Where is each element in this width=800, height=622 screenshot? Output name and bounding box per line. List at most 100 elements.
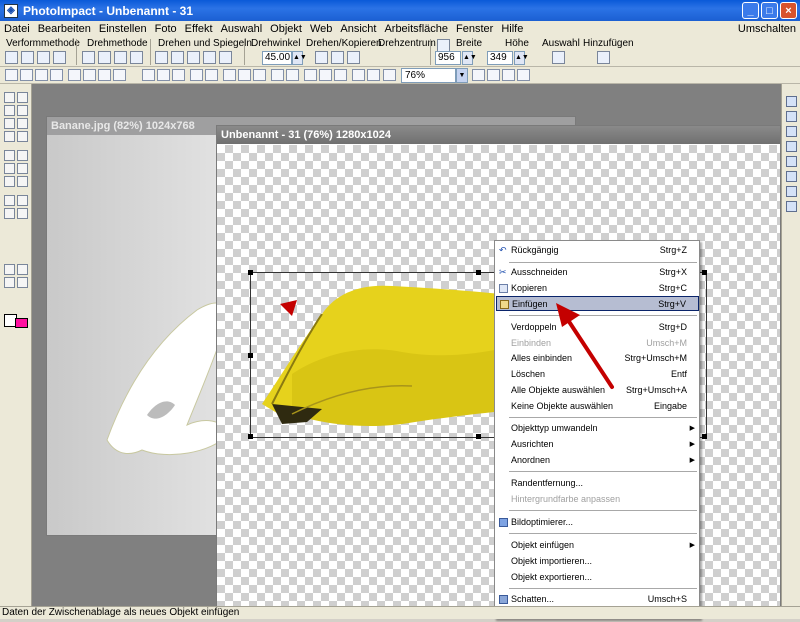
resize-handle[interactable] <box>248 270 253 275</box>
selection-icon[interactable] <box>552 51 565 64</box>
menu-foto[interactable]: Foto <box>151 23 181 35</box>
selection-tool-icon[interactable] <box>4 105 15 116</box>
rotate-mode-icon[interactable] <box>114 51 127 64</box>
tool-icon[interactable] <box>238 69 251 81</box>
lasso-tool-icon[interactable] <box>17 105 28 116</box>
add-icon[interactable] <box>597 51 610 64</box>
menu-web[interactable]: Web <box>306 23 336 35</box>
save-icon[interactable] <box>50 69 63 81</box>
frame-icon[interactable] <box>17 264 28 275</box>
panel-icon[interactable] <box>786 126 797 137</box>
menu-hilfe[interactable]: Hilfe <box>497 23 527 35</box>
menu-arbeitsflaeche[interactable]: Arbeitsfläche <box>380 23 452 35</box>
tool-icon[interactable] <box>367 69 380 81</box>
flip-icon[interactable] <box>187 51 200 64</box>
drehwinkel-input[interactable]: 45.00 <box>262 51 292 65</box>
breite-input[interactable]: 956 <box>435 51 461 65</box>
zoom-select[interactable]: 76% <box>401 68 456 83</box>
shape-tool-icon[interactable] <box>4 131 15 142</box>
panel-icon[interactable] <box>786 186 797 197</box>
menu-item-kopieren[interactable]: Kopieren Strg+C <box>496 281 699 296</box>
tool-icon[interactable] <box>334 69 347 81</box>
resize-handle[interactable] <box>248 434 253 439</box>
help-icon[interactable] <box>487 69 500 81</box>
rotate-mode-icon[interactable] <box>98 51 111 64</box>
stamp-tool-icon[interactable] <box>17 176 28 187</box>
background-color-swatch[interactable] <box>15 318 28 328</box>
rotate-copy-icon[interactable] <box>331 51 344 64</box>
brush-tool-icon[interactable] <box>17 150 28 161</box>
menu-item-randentfernung[interactable]: Randentfernung... <box>496 476 699 491</box>
menu-item-schatten[interactable]: Schatten... Umsch+S <box>496 592 699 607</box>
drehwinkel-spinner[interactable]: ▲▼ <box>292 51 307 65</box>
menu-auswahl[interactable]: Auswahl <box>217 23 267 35</box>
transform-mode-icon[interactable] <box>53 51 66 64</box>
panel-icon[interactable] <box>786 96 797 107</box>
tool-icon[interactable] <box>286 69 299 81</box>
menu-item-objekt-importieren[interactable]: Objekt importieren... <box>496 554 699 569</box>
resize-handle[interactable] <box>702 434 707 439</box>
panel-icon[interactable] <box>786 171 797 182</box>
camera-icon[interactable] <box>113 69 126 81</box>
rotate-copy-icon[interactable] <box>315 51 328 64</box>
tool-icon[interactable] <box>472 69 485 81</box>
print-icon[interactable] <box>68 69 81 81</box>
tool-icon[interactable] <box>253 69 266 81</box>
cut-icon[interactable] <box>142 69 155 81</box>
menu-einstellen[interactable]: Einstellen <box>95 23 151 35</box>
resize-handle[interactable] <box>476 434 481 439</box>
text-tool-icon[interactable] <box>17 118 28 129</box>
minimize-button[interactable]: _ <box>742 2 759 19</box>
view-icon[interactable] <box>17 277 28 288</box>
tool-icon[interactable] <box>502 69 515 81</box>
grid-icon[interactable] <box>4 264 15 275</box>
menu-objekt[interactable]: Objekt <box>266 23 306 35</box>
transform-mode-icon[interactable] <box>5 51 18 64</box>
menu-item-objekt-exportieren[interactable]: Objekt exportieren... <box>496 570 699 585</box>
flip-icon[interactable] <box>203 51 216 64</box>
resize-handle[interactable] <box>476 270 481 275</box>
panel-icon[interactable] <box>786 201 797 212</box>
rotate-copy-icon[interactable] <box>347 51 360 64</box>
crop-tool-icon[interactable] <box>4 118 15 129</box>
menu-item-objekt-einfuegen[interactable]: Objekt einfügen ▶ <box>496 538 699 553</box>
rotate-mode-icon[interactable] <box>130 51 143 64</box>
copy-icon[interactable] <box>157 69 170 81</box>
flip-icon[interactable] <box>155 51 168 64</box>
eyedropper-tool-icon[interactable] <box>17 195 28 206</box>
panel-icon[interactable] <box>786 111 797 122</box>
redo-icon[interactable] <box>205 69 218 81</box>
hoehe-spinner[interactable]: ▲▼ <box>514 51 529 65</box>
view-icon[interactable] <box>4 277 15 288</box>
rotate-mode-icon[interactable] <box>82 51 95 64</box>
menu-fenster[interactable]: Fenster <box>452 23 497 35</box>
menu-item-ausschneiden[interactable]: ✂ Ausschneiden Strg+X <box>496 265 699 280</box>
clone-tool-icon[interactable] <box>4 163 15 174</box>
tool-icon[interactable] <box>352 69 365 81</box>
panel-icon[interactable] <box>786 156 797 167</box>
menu-ansicht[interactable]: Ansicht <box>336 23 380 35</box>
chevron-down-icon[interactable]: ▼ <box>456 68 468 83</box>
menu-item-ausrichten[interactable]: Ausrichten ▶ <box>496 437 699 452</box>
restore-button[interactable]: □ <box>761 2 778 19</box>
menu-item-keine-objekte-auswaehlen[interactable]: Keine Objekte auswählen Eingabe <box>496 399 699 414</box>
menu-effekt[interactable]: Effekt <box>181 23 217 35</box>
tool-icon[interactable] <box>223 69 236 81</box>
transform-tool-icon[interactable] <box>17 92 28 103</box>
flip-icon[interactable] <box>219 51 232 64</box>
menu-item-objekttyp-umwandeln[interactable]: Objekttyp umwandeln ▶ <box>496 421 699 436</box>
tool-icon[interactable] <box>517 69 530 81</box>
scan-icon[interactable] <box>98 69 111 81</box>
paste-icon[interactable] <box>172 69 185 81</box>
hoehe-input[interactable]: 349 <box>487 51 513 65</box>
menu-item-anordnen[interactable]: Anordnen ▶ <box>496 453 699 468</box>
breite-spinner[interactable]: ▲▼ <box>462 51 477 65</box>
umschalten-button[interactable]: Umschalten <box>738 21 796 37</box>
tool-icon[interactable] <box>304 69 317 81</box>
zoom-icon[interactable] <box>383 69 396 81</box>
new-web-icon[interactable] <box>20 69 33 81</box>
path-tool-icon[interactable] <box>17 131 28 142</box>
pen-tool-icon[interactable] <box>4 208 15 219</box>
new-icon[interactable] <box>5 69 18 81</box>
eraser-tool-icon[interactable] <box>4 176 15 187</box>
